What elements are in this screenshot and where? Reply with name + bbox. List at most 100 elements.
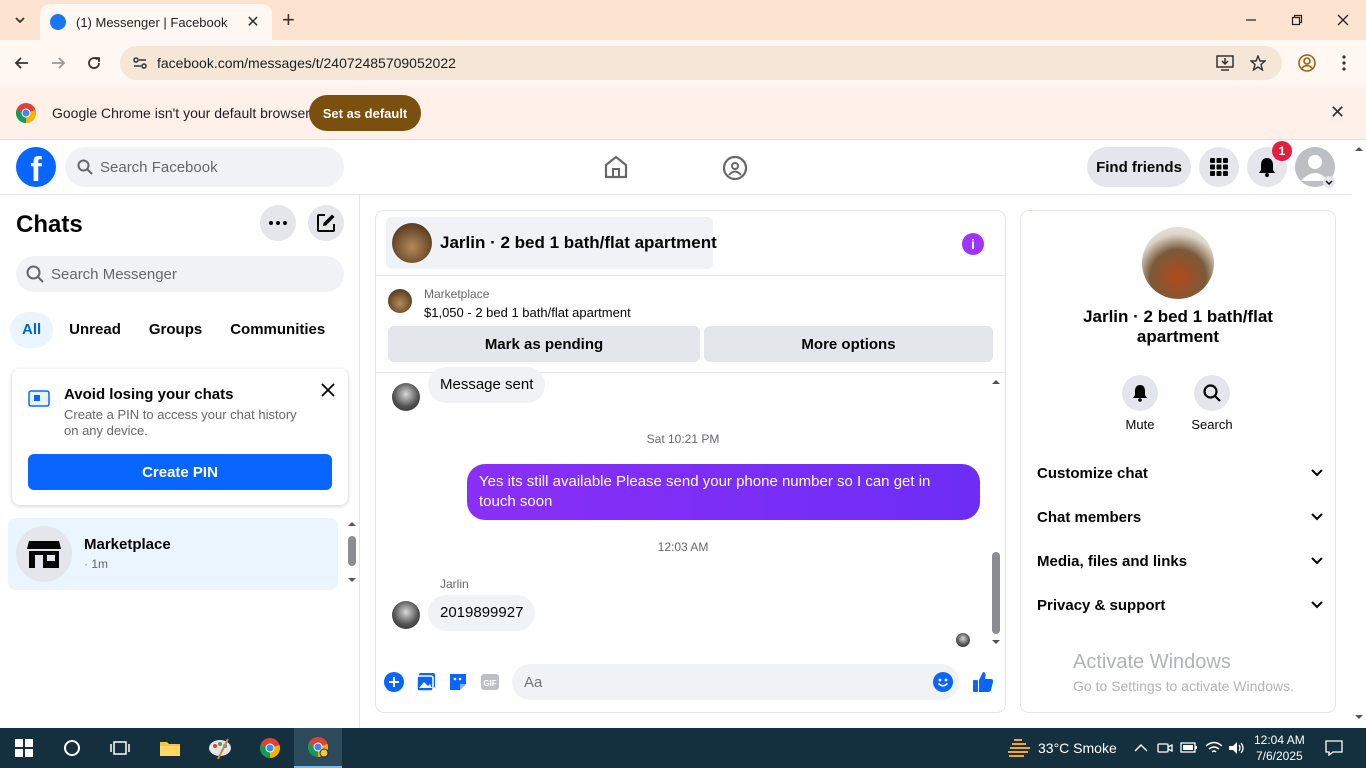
back-button[interactable] (7, 48, 37, 78)
like-button[interactable] (972, 671, 994, 693)
forward-arrow-icon (52, 57, 66, 69)
section-privacy-support[interactable]: Privacy & support (1037, 591, 1323, 619)
notification-center-icon[interactable] (1325, 740, 1343, 756)
message-composer: GIF (376, 657, 1005, 707)
reload-icon (88, 57, 100, 69)
weather-icon[interactable] (1006, 738, 1032, 758)
mute-label: Mute (1125, 417, 1155, 432)
listing-source-label: Marketplace (424, 287, 490, 301)
menu-button[interactable] (1199, 147, 1239, 187)
messenger-search-placeholder: Search Messenger (51, 266, 177, 283)
chrome-profile-taskbar-button[interactable] (294, 728, 342, 768)
meet-now-icon[interactable] (1157, 740, 1173, 756)
wifi-icon[interactable] (1205, 741, 1223, 755)
new-message-button[interactable] (308, 205, 344, 241)
listing-price-title[interactable]: $1,050 - 2 bed 1 bath/flat apartment (424, 305, 631, 320)
taskbar-clock[interactable]: 12:04 AM 7/6/2025 (1254, 732, 1305, 764)
browser-menu-button[interactable] (1329, 48, 1359, 78)
conversation-header[interactable]: Jarlin · 2 bed 1 bath/flat apartment (386, 217, 717, 269)
section-label: Media, files and links (1037, 552, 1188, 570)
search-in-conversation-action[interactable]: Search (1182, 375, 1242, 432)
start-button[interactable] (0, 728, 48, 768)
emoji-button[interactable] (932, 671, 954, 693)
pin-card-description: Create a PIN to access your chat history… (64, 407, 297, 438)
profile-icon (1298, 54, 1316, 72)
reload-button[interactable] (79, 48, 109, 78)
sender-avatar (392, 601, 420, 629)
chevron-down-icon (1311, 601, 1323, 609)
home-nav-button[interactable] (603, 155, 629, 179)
site-settings-icon[interactable] (132, 55, 148, 71)
message-input[interactable] (512, 664, 959, 700)
file-explorer-button[interactable] (146, 728, 194, 768)
section-chat-members[interactable]: Chat members (1037, 503, 1323, 531)
gif-icon: GIF (481, 674, 499, 690)
section-customize-chat[interactable]: Customize chat (1037, 459, 1323, 487)
set-as-default-button[interactable]: Set as default (309, 95, 421, 131)
scroll-down-icon (1355, 715, 1363, 719)
paint-app-button[interactable] (196, 728, 244, 768)
search-label: Search (1191, 417, 1233, 432)
address-bar[interactable]: facebook.com/messages/t/2407248570905202… (120, 46, 1282, 80)
profile-button[interactable] (1292, 48, 1322, 78)
chevron-up-icon[interactable] (1134, 743, 1148, 753)
facebook-search-input[interactable]: Search Facebook (65, 147, 344, 187)
windows-logo-icon (15, 739, 33, 757)
messenger-search-input[interactable]: Search Messenger (16, 256, 344, 292)
sticker-button[interactable] (447, 671, 469, 693)
section-label: Chat members (1037, 508, 1142, 526)
chat-options-button[interactable] (260, 205, 296, 241)
folder-icon (160, 742, 180, 756)
minimize-button[interactable] (1228, 0, 1274, 40)
gif-button[interactable]: GIF (479, 671, 501, 693)
conversation-info-icon[interactable]: i (962, 233, 984, 255)
filter-unread[interactable]: Unread (57, 312, 133, 348)
install-app-icon[interactable] (1216, 55, 1234, 71)
forward-button[interactable] (43, 48, 73, 78)
contact-avatar (1142, 227, 1214, 299)
default-browser-infobar: Google Chrome isn't your default browser… (0, 86, 1366, 140)
bell-icon (1259, 158, 1275, 177)
chat-filters: All Unread Groups Communities (10, 312, 337, 348)
listing-thumbnail[interactable] (388, 289, 412, 313)
mark-as-pending-button[interactable]: Mark as pending (388, 326, 700, 362)
filter-groups[interactable]: Groups (137, 312, 214, 348)
section-media-files-links[interactable]: Media, files and links (1037, 547, 1323, 575)
bookmark-star-icon[interactable] (1250, 55, 1266, 71)
new-tab-button[interactable]: + (282, 8, 295, 32)
message-scrollbar[interactable] (990, 376, 1002, 648)
message-list: Message sent Sat 10:21 PM Yes its still … (376, 367, 1005, 650)
task-view-button[interactable] (96, 728, 144, 768)
page-scrollbar[interactable] (1352, 140, 1366, 728)
find-friends-button[interactable]: Find friends (1087, 147, 1191, 187)
facebook-logo-icon[interactable]: f (16, 147, 56, 187)
message-sender-name: Jarlin (440, 577, 469, 591)
account-chevron-icon[interactable] (1323, 176, 1335, 188)
restore-button[interactable] (1274, 0, 1320, 40)
more-actions-button[interactable] (383, 671, 405, 693)
cortana-search-button[interactable] (48, 728, 96, 768)
filter-communities[interactable]: Communities (218, 312, 337, 348)
activate-windows-watermark: Activate Windows Go to Settings to activ… (1073, 651, 1294, 694)
browser-tab[interactable]: (1) Messenger | Facebook ✕ (40, 4, 272, 40)
plus-circle-icon (384, 672, 404, 692)
more-options-button[interactable]: More options (704, 326, 993, 362)
infobar-close-icon[interactable]: ✕ (1330, 102, 1345, 123)
close-window-button[interactable] (1320, 0, 1366, 40)
attach-photo-button[interactable] (415, 671, 437, 693)
volume-icon[interactable] (1228, 741, 1246, 755)
tab-search-dropdown[interactable] (6, 7, 34, 33)
close-icon[interactable] (321, 383, 335, 397)
create-pin-button[interactable]: Create PIN (28, 454, 332, 490)
battery-icon[interactable] (1180, 741, 1198, 755)
weather-text[interactable]: 33°C Smoke (1038, 740, 1117, 756)
chrome-taskbar-button[interactable] (246, 728, 294, 768)
groups-icon (722, 155, 748, 181)
filter-all[interactable]: All (10, 312, 54, 348)
close-icon (1337, 14, 1349, 26)
groups-nav-button[interactable] (722, 155, 748, 181)
mute-action[interactable]: Mute (1110, 375, 1170, 432)
chat-list-item[interactable]: Marketplace · 1m (8, 518, 338, 590)
close-tab-icon[interactable]: ✕ (244, 12, 262, 32)
chat-list-scrollbar[interactable] (346, 520, 358, 586)
